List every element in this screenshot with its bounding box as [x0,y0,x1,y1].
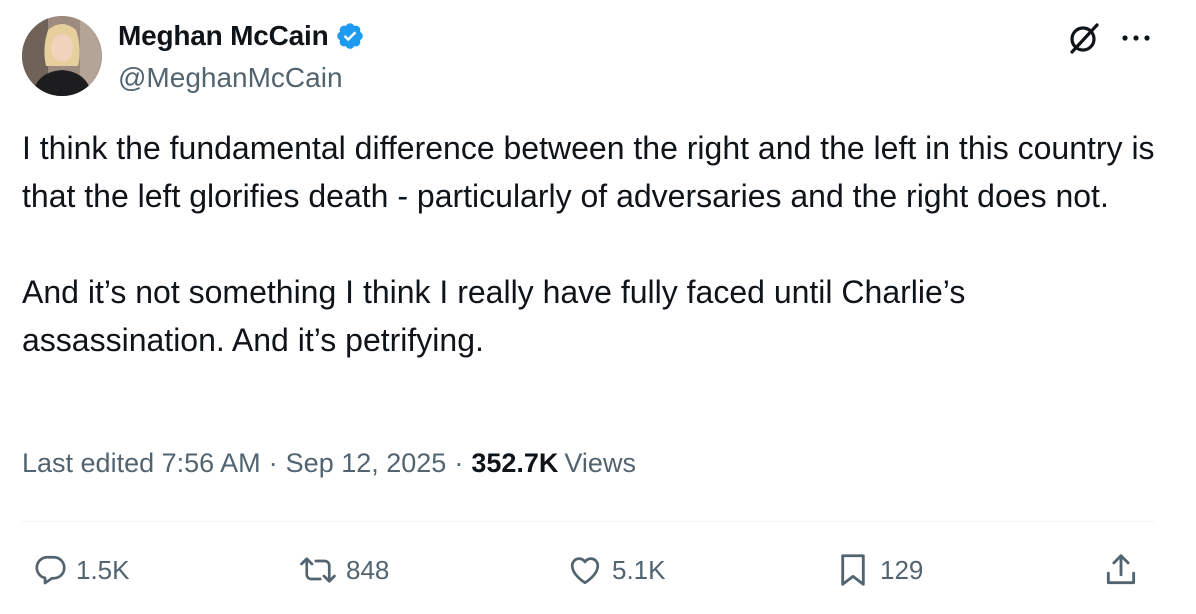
bookmark-button[interactable]: 129 [834,540,923,600]
tweet-paragraph: I think the fundamental difference betwe… [22,130,1155,214]
meta-separator: · [454,448,464,478]
author-display-name[interactable]: Meghan McCain [118,20,329,52]
tweet-text: I think the fundamental difference betwe… [22,124,1162,364]
like-icon [570,557,600,585]
more-icon[interactable] [1118,26,1154,50]
edited-timestamp-link[interactable]: Last edited 7:56 AM [22,448,261,479]
action-bar: 1.5K 848 5.1K 129 [0,540,1196,600]
tweet-meta: Last edited 7:56 AM · Sep 12, 2025 · 352… [22,448,636,479]
bookmark-count: 129 [880,554,924,585]
bookmark-icon [841,554,865,586]
author-handle[interactable]: @MeghanMcCain [118,62,343,94]
share-icon [1106,554,1136,585]
avatar[interactable] [22,16,102,96]
repost-icon [300,557,336,583]
like-count: 5.1K [612,554,666,585]
reply-icon [35,555,66,585]
views-label: Views [564,448,636,478]
meta-separator: · [268,448,278,478]
share-button[interactable] [1102,540,1140,600]
grok-icon[interactable] [1066,20,1102,56]
views-count: 352.7K [471,448,559,478]
author-name-row: Meghan McCain [118,20,365,52]
tweet-paragraph: And it’s not something I think I really … [22,274,966,358]
avatar-image [22,16,102,96]
repost-button[interactable]: 848 [298,540,389,600]
reply-button[interactable]: 1.5K [32,540,130,600]
like-button[interactable]: 5.1K [566,540,666,600]
verified-badge-icon[interactable] [335,21,365,51]
reply-count: 1.5K [76,554,130,585]
date-link[interactable]: Sep 12, 2025 [286,448,447,479]
repost-count: 848 [346,554,390,585]
divider [22,521,1154,522]
tweet-card: Meghan McCain @MeghanMcCain I think the … [0,0,1196,614]
